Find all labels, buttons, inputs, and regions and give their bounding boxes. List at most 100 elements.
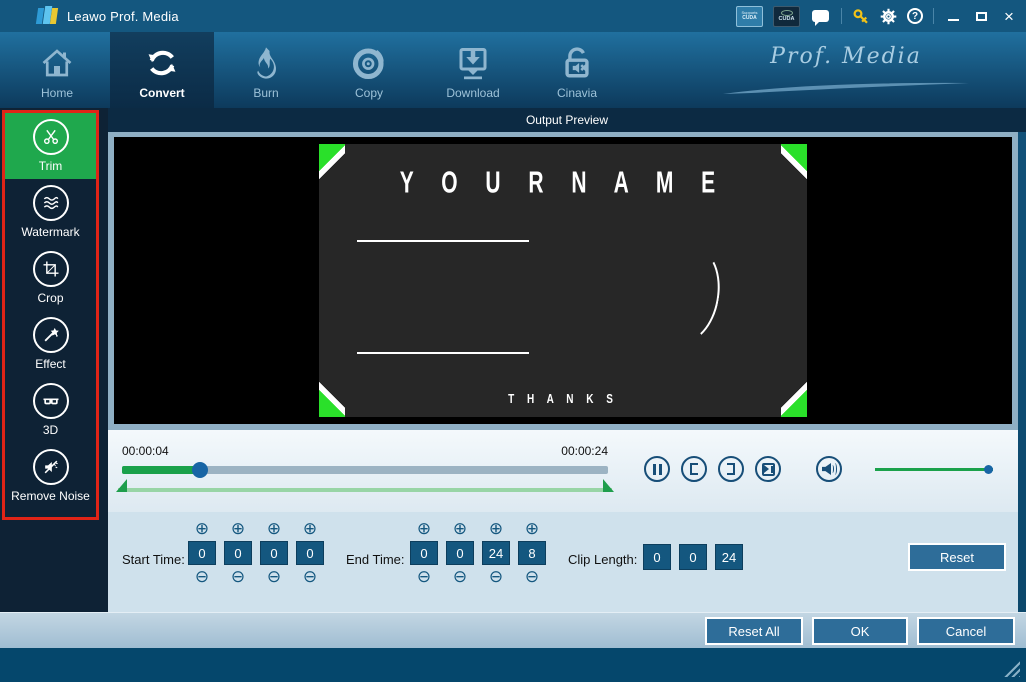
app-logo-icon — [35, 6, 59, 26]
tab-convert[interactable]: Convert — [110, 32, 214, 108]
sidebar-item-trim[interactable]: Trim — [5, 113, 96, 179]
decrement-button[interactable]: ⊖ — [453, 568, 467, 586]
tab-burn[interactable]: Burn — [214, 32, 318, 108]
play-selection-icon — [761, 462, 775, 476]
ok-button[interactable]: OK — [812, 617, 908, 645]
increment-button[interactable]: ⊕ — [525, 520, 539, 538]
end-time-field-3: ⊕ 24 ⊖ — [482, 520, 510, 586]
video-canvas[interactable]: Y O U R N A M E T H A N K S — [319, 144, 807, 417]
decrement-button[interactable]: ⊖ — [489, 568, 503, 586]
start-time-value[interactable]: 0 — [224, 541, 252, 565]
output-preview-header: Output Preview — [108, 108, 1026, 132]
home-icon — [39, 42, 75, 84]
timeline-panel: 00:00:04 00:00:24 — [108, 430, 1018, 512]
remove-noise-mute-icon — [32, 449, 69, 485]
volume-slider[interactable] — [875, 464, 993, 474]
feedback-chat-icon[interactable] — [812, 10, 829, 26]
tab-home[interactable]: Home — [5, 32, 109, 108]
pause-icon — [652, 463, 662, 475]
decrement-button[interactable]: ⊖ — [303, 568, 317, 586]
tab-cinavia[interactable]: Cinavia — [525, 32, 629, 108]
increment-button[interactable]: ⊕ — [417, 520, 431, 538]
sidebar-item-watermark[interactable]: Watermark — [5, 179, 96, 245]
decrement-button[interactable]: ⊖ — [195, 568, 209, 586]
burn-flame-icon — [249, 42, 283, 84]
volume-track — [875, 468, 993, 471]
titlebar-divider — [841, 8, 842, 24]
reset-all-button[interactable]: Reset All — [705, 617, 803, 645]
video-graphic-line — [357, 352, 529, 354]
3d-glasses-icon — [32, 383, 69, 419]
end-time-field-2: ⊕ 0 ⊖ — [446, 520, 474, 586]
start-time-value[interactable]: 0 — [296, 541, 324, 565]
end-time-label: End Time: — [346, 552, 405, 567]
clip-length-values: 0 0 24 — [643, 544, 743, 570]
clip-length-value: 0 — [679, 544, 707, 570]
sidebar-item-remove-noise[interactable]: Remove Noise — [5, 443, 96, 509]
end-time-value[interactable]: 0 — [446, 541, 474, 565]
clip-length-label: Clip Length: — [568, 552, 638, 567]
increment-button[interactable]: ⊕ — [453, 520, 467, 538]
maximize-icon — [975, 11, 987, 21]
reset-button[interactable]: Reset — [908, 543, 1006, 571]
resize-grip[interactable] — [1003, 660, 1020, 677]
start-time-field-1: ⊕ 0 ⊖ — [188, 520, 216, 586]
app-window: Leawo Prof. Media Supports CUDA CUDA ? × — [0, 0, 1026, 682]
register-key-icon[interactable] — [852, 7, 870, 25]
close-button[interactable]: × — [1000, 7, 1018, 25]
tab-copy[interactable]: Copy — [317, 32, 421, 108]
copy-disc-icon — [351, 42, 387, 84]
decrement-button[interactable]: ⊖ — [231, 568, 245, 586]
preview-area: Y O U R N A M E T H A N K S — [108, 132, 1018, 430]
trim-start-handle[interactable] — [116, 479, 127, 492]
minimize-button[interactable] — [944, 7, 962, 25]
increment-button[interactable]: ⊕ — [489, 520, 503, 538]
playback-slider[interactable] — [122, 462, 608, 478]
end-time-value[interactable]: 24 — [482, 541, 510, 565]
close-icon: × — [1004, 6, 1014, 26]
increment-button[interactable]: ⊕ — [231, 520, 245, 538]
pause-button[interactable] — [644, 456, 670, 482]
end-time-value[interactable]: 0 — [410, 541, 438, 565]
sidebar-item-3d[interactable]: 3D — [5, 377, 96, 443]
playback-slider-thumb[interactable] — [191, 462, 208, 478]
volume-button[interactable] — [816, 456, 842, 482]
end-time-value[interactable]: 8 — [518, 541, 546, 565]
increment-button[interactable]: ⊕ — [195, 520, 209, 538]
decrement-button[interactable]: ⊖ — [267, 568, 281, 586]
trim-range-bar — [116, 479, 614, 492]
start-time-spinners: ⊕ 0 ⊖ ⊕ 0 ⊖ ⊕ 0 ⊖ ⊕ 0 ⊖ — [188, 520, 324, 586]
decrement-button[interactable]: ⊖ — [417, 568, 431, 586]
video-graphic-arc — [651, 242, 727, 348]
cancel-button[interactable]: Cancel — [917, 617, 1015, 645]
settings-gear-icon[interactable] — [880, 8, 897, 25]
dialog-button-strip: Reset All OK Cancel — [0, 612, 1026, 648]
sidebar-item-effect[interactable]: Effect — [5, 311, 96, 377]
cinavia-unlock-mute-icon — [560, 42, 594, 84]
help-icon[interactable]: ? — [907, 8, 923, 24]
titlebar-divider — [933, 8, 934, 24]
close-bracket-icon — [727, 463, 735, 475]
playback-controls — [644, 456, 993, 482]
trim-end-handle[interactable] — [603, 479, 614, 492]
increment-button[interactable]: ⊕ — [267, 520, 281, 538]
video-graphic-line — [357, 240, 529, 242]
speaker-icon — [822, 463, 837, 475]
nvidia-eye-icon — [780, 9, 793, 16]
volume-thumb[interactable] — [984, 465, 993, 474]
increment-button[interactable]: ⊕ — [303, 520, 317, 538]
clip-length-value: 24 — [715, 544, 743, 570]
tab-download[interactable]: Download — [421, 32, 525, 108]
play-selection-button[interactable] — [755, 456, 781, 482]
watermark-waves-icon — [32, 185, 69, 221]
start-time-field-2: ⊕ 0 ⊖ — [224, 520, 252, 586]
clip-length-value: 0 — [643, 544, 671, 570]
set-start-button[interactable] — [681, 456, 707, 482]
start-time-value[interactable]: 0 — [188, 541, 216, 565]
start-time-value[interactable]: 0 — [260, 541, 288, 565]
decrement-button[interactable]: ⊖ — [525, 568, 539, 586]
trim-scissors-icon — [32, 119, 69, 155]
set-end-button[interactable] — [718, 456, 744, 482]
maximize-button[interactable] — [972, 7, 990, 25]
sidebar-item-crop[interactable]: Crop — [5, 245, 96, 311]
